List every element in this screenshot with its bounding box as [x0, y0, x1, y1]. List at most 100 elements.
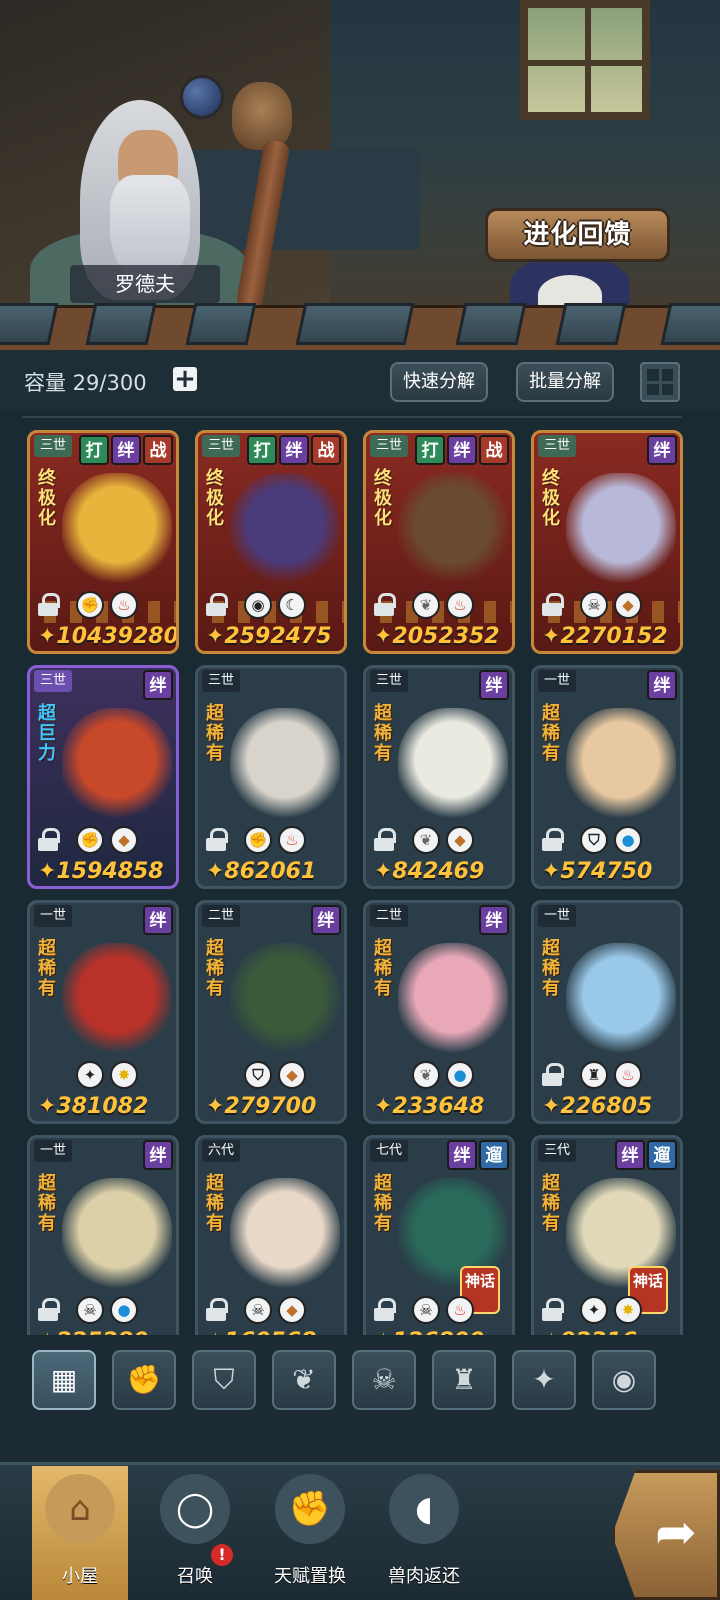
leaf-icon: ❦ [412, 591, 440, 619]
attribute-icons: ☠ ◆ [580, 591, 642, 619]
generation-badge: 二世 [202, 905, 241, 927]
nav-talent[interactable]: ✊ 天赋置换 [262, 1466, 358, 1600]
monster-grid: 三世打绊战终极化 ✊ ♨ ✦10439280 三世打绊战终极化 ◉ ☾ ✦2592475 三世打… [0, 425, 720, 1335]
fire-icon: ♨ [446, 591, 474, 619]
generation-badge: 一世 [538, 670, 577, 692]
nav-house[interactable]: ⌂ 小屋 [32, 1466, 128, 1600]
monster-card[interactable]: 三世打绊战终极化 ✊ ♨ ✦10439280 [27, 430, 179, 654]
monster-card[interactable]: 三世 绊超稀有 ❦ ◆ ✦842469 [363, 665, 515, 889]
lock-icon[interactable] [38, 828, 60, 851]
monster-card[interactable]: 二世 绊超稀有 ⛉ ◆ ✦279700 [195, 900, 347, 1124]
filter-tab-eye[interactable]: ◉ [592, 1350, 656, 1410]
filter-tab-leaf[interactable]: ❦ [272, 1350, 336, 1410]
skull-icon: ☠ [244, 1296, 272, 1324]
monster-card[interactable]: 六代超稀有 ☠◆ ✦160568 [195, 1135, 347, 1335]
attribute-icons: ◉ ☾ [244, 591, 306, 619]
card-tag: 战 [479, 435, 509, 465]
power-value: ✦381082 [38, 1094, 149, 1119]
generation-badge: 三世 [34, 670, 73, 692]
lock-icon[interactable] [374, 1298, 396, 1321]
eye-icon: ◉ [611, 1363, 637, 1396]
moon-icon: ☾ [278, 591, 306, 619]
power-value: ✦225280 [30, 1329, 176, 1335]
card-tags: 绊 [311, 905, 341, 935]
shield-icon: ⛉ [580, 826, 608, 854]
fire-icon: ♨ [614, 1061, 642, 1089]
lock-icon[interactable] [206, 593, 228, 616]
monster-card[interactable]: 三世打绊战终极化 ◉ ☾ ✦2592475 [195, 430, 347, 654]
attribute-icons: ⛉ ● [580, 826, 642, 854]
lock-icon[interactable] [206, 1298, 228, 1321]
skull-icon: ☠ [371, 1363, 397, 1396]
card-tags: 绊 [143, 905, 173, 935]
monster-card[interactable]: 二世 绊超稀有 ❦ ● ✦233648 [363, 900, 515, 1124]
card-tags: 绊 [647, 670, 677, 700]
filter-tab-fist[interactable]: ✊ [112, 1350, 176, 1410]
card-tags: 绊 [647, 435, 677, 465]
monster-card[interactable]: 三世 绊超巨力 ✊ ◆ ✦1594858 [27, 665, 179, 889]
batch-decompose-button[interactable]: 批量分解 [516, 362, 614, 402]
grid-view-toggle[interactable] [640, 362, 680, 402]
nav-label: 召唤 [177, 1566, 213, 1587]
attribute-icons: ✦ ✸ [76, 1061, 138, 1089]
fire-icon: ♨ [110, 591, 138, 619]
monster-card[interactable]: 一世 超稀有 ♜ ♨ ✦226805 [531, 900, 683, 1124]
power-value: ✦862061 [206, 859, 317, 884]
lock-icon[interactable] [38, 1298, 60, 1321]
lock-icon[interactable] [38, 593, 60, 616]
power-value: ✦842469 [374, 859, 485, 884]
filter-tab-cross[interactable]: ✦ [512, 1350, 576, 1410]
card-tag: 绊 [479, 905, 509, 935]
filter-tab-tower[interactable]: ♜ [432, 1350, 496, 1410]
attribute-icons: ♜ ♨ [580, 1061, 642, 1089]
lock-icon[interactable] [542, 828, 564, 851]
monster-card[interactable]: 三世 绊终极化 ☠ ◆ ✦2270152 [531, 430, 683, 654]
star-icon: ✸ [614, 1296, 642, 1324]
card-tag: 绊 [479, 670, 509, 700]
filter-tab-shield[interactable]: ⛉ [192, 1350, 256, 1410]
attribute-icons: ✊ ♨ [76, 591, 138, 619]
lock-icon[interactable] [206, 828, 228, 851]
lock-icon[interactable] [542, 1063, 564, 1086]
nav-meat[interactable]: ◖ 兽肉返还 [376, 1466, 472, 1600]
evolution-reward-button[interactable]: 进化回馈 [485, 208, 670, 262]
lock-icon[interactable] [374, 828, 396, 851]
power-value: ✦126800 [366, 1329, 512, 1335]
rail-block [660, 303, 720, 345]
monster-card[interactable]: 三世打绊战终极化 ❦ ♨ ✦2052352 [363, 430, 515, 654]
alert-badge: ! [211, 1544, 233, 1566]
attribute-icons: ✊ ♨ [244, 826, 306, 854]
monster-card[interactable]: 一世 绊超稀有 ⛉ ● ✦574750 [531, 665, 683, 889]
lock-icon[interactable] [542, 1298, 564, 1321]
rail-block [295, 303, 415, 345]
rarity-label: 超稀有 [542, 703, 560, 764]
rail-block [455, 303, 527, 345]
filter-tab-all[interactable]: ▦ [32, 1350, 96, 1410]
monster-card[interactable]: 三世 超稀有 ✊ ♨ ✦862061 [195, 665, 347, 889]
monster-card[interactable]: 一世 绊超稀有 ☠● ✦225280 [27, 1135, 179, 1335]
lock-icon[interactable] [374, 593, 396, 616]
monster-card[interactable]: 七代绊遛超稀有神话☠♨✦126800 [363, 1135, 515, 1335]
power-value: ✦279700 [206, 1094, 317, 1119]
rarity-label: 超稀有 [374, 938, 392, 999]
banner-scene: 罗德夫 进化回馈 [0, 0, 720, 350]
quick-decompose-button[interactable]: 快速分解 [390, 362, 488, 402]
monster-card[interactable]: 一世 绊超稀有 ✦ ✸ ✦381082 [27, 900, 179, 1124]
tower-icon: ♜ [580, 1061, 608, 1089]
nav-label: 天赋置换 [274, 1566, 346, 1587]
nav-summon[interactable]: ◯ 召唤 ! [147, 1466, 243, 1600]
attribute-icons: ☠ ● [76, 1296, 138, 1324]
card-tags: 打绊战 [415, 435, 509, 465]
rarity-label: 终极化 [38, 468, 56, 529]
monster-card[interactable]: 三代绊遛超稀有神话✦✸✦92316 [531, 1135, 683, 1335]
lock-icon[interactable] [542, 593, 564, 616]
filter-tab-skull[interactable]: ☠ [352, 1350, 416, 1410]
card-tag: 打 [79, 435, 109, 465]
rail-block [185, 303, 257, 345]
expand-capacity-button[interactable]: + [173, 366, 197, 392]
fist-icon: ✊ [244, 826, 272, 854]
card-tag: 绊 [143, 1140, 173, 1170]
card-tag: 绊 [647, 670, 677, 700]
fist-icon: ✊ [76, 591, 104, 619]
npc-name-label: 罗德夫 [70, 265, 220, 303]
